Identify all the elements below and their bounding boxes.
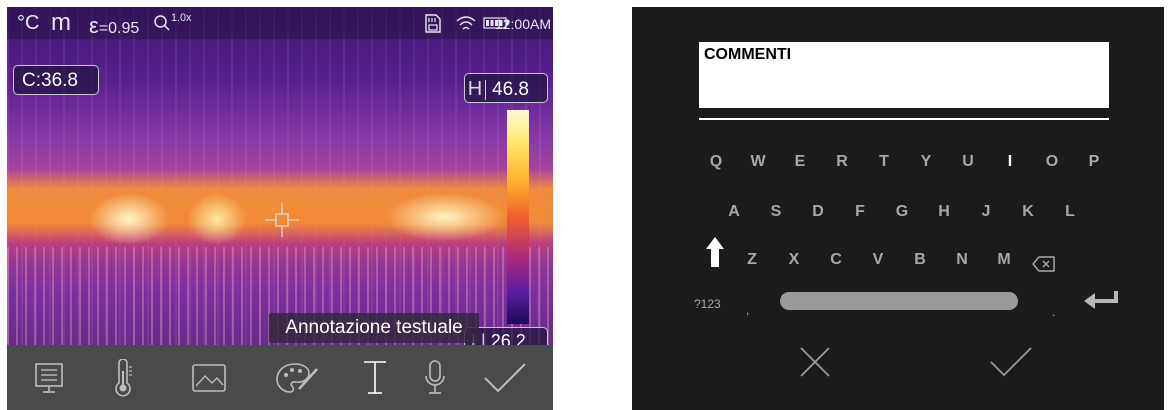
bottom-toolbar: [7, 345, 553, 410]
comma-key[interactable]: ,: [746, 303, 749, 317]
key-x[interactable]: X: [782, 251, 806, 269]
key-z[interactable]: Z: [740, 251, 764, 269]
color-scale-bar: [507, 110, 529, 324]
key-h[interactable]: H: [932, 203, 956, 221]
backspace-icon[interactable]: [1032, 255, 1056, 273]
key-c[interactable]: C: [824, 251, 848, 269]
shift-icon[interactable]: [704, 235, 726, 269]
crosshair-icon: [265, 203, 299, 237]
thermometer-icon: [115, 358, 132, 396]
voice-annotation-button[interactable]: [405, 345, 465, 410]
key-q[interactable]: Q: [704, 153, 728, 171]
palette-icon: [276, 362, 318, 393]
microphone-icon: [425, 359, 445, 394]
period-key[interactable]: .: [1052, 305, 1055, 319]
key-y[interactable]: Y: [914, 153, 938, 171]
enter-icon[interactable]: [1082, 289, 1120, 309]
max-temperature-label: H: [467, 78, 483, 100]
key-a[interactable]: A: [722, 203, 746, 221]
key-l[interactable]: L: [1058, 203, 1082, 221]
tooltip-text-annotation: Annotazione testuale: [269, 313, 479, 343]
palette-button[interactable]: [267, 345, 327, 410]
temperature-unit: °C: [17, 12, 40, 34]
check-icon: [484, 362, 526, 392]
magnifier-icon: [154, 15, 170, 31]
key-b[interactable]: B: [908, 251, 932, 269]
key-j[interactable]: J: [974, 203, 998, 221]
list-icon: [35, 362, 63, 393]
zoom-readout: 1.0x: [153, 12, 191, 32]
key-k[interactable]: K: [1016, 203, 1040, 221]
key-w[interactable]: W: [746, 153, 770, 171]
center-temperature: C:36.8: [13, 65, 99, 95]
key-p[interactable]: P: [1082, 153, 1106, 171]
spacebar[interactable]: [780, 292, 1018, 310]
key-n[interactable]: N: [950, 251, 974, 269]
key-i[interactable]: I: [998, 153, 1022, 171]
wifi-icon: [456, 16, 476, 30]
max-temperature-value: 46.8: [492, 79, 529, 100]
key-f[interactable]: F: [848, 203, 872, 221]
measure-mode: m: [51, 9, 71, 36]
image-icon: [192, 363, 226, 392]
confirm-button[interactable]: [475, 345, 535, 410]
key-u[interactable]: U: [956, 153, 980, 171]
comment-text-field[interactable]: COMMENTI: [699, 42, 1109, 108]
thermal-camera-screen: °C m ε=0.95 1.0x 12:00AM C:36.8 H 46.8 L…: [7, 7, 553, 410]
numeric-key[interactable]: ?123: [694, 297, 721, 311]
key-o[interactable]: O: [1040, 153, 1064, 171]
key-g[interactable]: G: [890, 203, 914, 221]
text-annotation-button[interactable]: [345, 345, 405, 410]
status-bar: °C m ε=0.95 1.0x 12:00AM: [7, 7, 553, 39]
zoom-value: 1.0x: [171, 12, 192, 24]
key-s[interactable]: S: [764, 203, 788, 221]
sd-card-icon: [425, 14, 441, 33]
confirm-check-icon[interactable]: [988, 345, 1034, 379]
text-icon: [364, 360, 386, 394]
key-t[interactable]: T: [872, 153, 896, 171]
key-m[interactable]: M: [992, 251, 1016, 269]
key-d[interactable]: D: [806, 203, 830, 221]
key-r[interactable]: R: [830, 153, 854, 171]
key-v[interactable]: V: [866, 251, 890, 269]
list-button[interactable]: [19, 345, 79, 410]
emissivity-value: =0.95: [98, 20, 140, 37]
cancel-icon[interactable]: [798, 345, 832, 379]
thermometer-button[interactable]: [93, 345, 153, 410]
keyboard-screen: COMMENTI QWERTYUIOP ASDFGHJKL ZXCVBNM ?123…: [632, 7, 1164, 410]
emissivity-symbol: ε: [89, 13, 99, 38]
emissivity-readout: ε=0.95: [89, 13, 139, 39]
clock: 12:00AM: [494, 16, 551, 32]
image-button[interactable]: [179, 345, 239, 410]
divider: [699, 118, 1109, 120]
key-e[interactable]: E: [788, 153, 812, 171]
max-temperature-box: H 46.8: [464, 73, 548, 103]
